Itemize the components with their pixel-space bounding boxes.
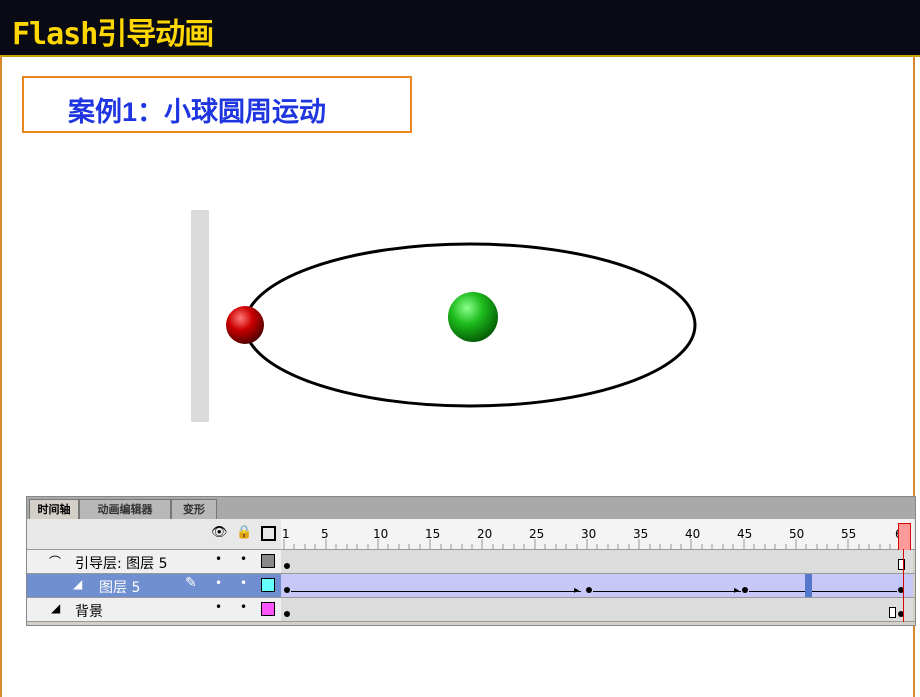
keyframe[interactable]: [284, 611, 290, 617]
keyframe[interactable]: [742, 587, 748, 593]
layer-icon: ◢: [73, 577, 83, 591]
tab-motion-editor[interactable]: 动画编辑器: [79, 499, 171, 520]
tween-arrow: [593, 591, 741, 592]
playhead[interactable]: [898, 523, 911, 551]
pencil-icon[interactable]: ✎: [185, 575, 197, 591]
frame-number: 45: [737, 527, 753, 541]
end-frame[interactable]: [889, 607, 896, 618]
frame-number: 15: [425, 527, 441, 541]
layer-row-background[interactable]: ◢ 背景 • •: [27, 598, 915, 622]
lock-dot[interactable]: •: [240, 600, 247, 614]
frame-number: 30: [581, 527, 597, 541]
frame-number: 10: [373, 527, 389, 541]
layer-color-swatch[interactable]: [261, 554, 275, 568]
current-frame-marker[interactable]: [805, 574, 812, 597]
frame-number: 40: [685, 527, 701, 541]
visibility-dot[interactable]: •: [215, 600, 222, 614]
layer-color-swatch[interactable]: [261, 602, 275, 616]
layer-color-swatch[interactable]: [261, 578, 275, 592]
tween-arrow: [749, 591, 897, 592]
layer-name: 图层 5: [99, 580, 141, 596]
frame-number: 25: [529, 527, 545, 541]
red-ball[interactable]: [226, 306, 264, 344]
frame-number: 35: [633, 527, 649, 541]
visibility-dot[interactable]: •: [215, 552, 222, 566]
layer-name: 引导层: 图层 5: [75, 556, 168, 572]
tab-transform[interactable]: 变形: [171, 499, 217, 520]
frame-number: 5: [321, 527, 329, 541]
frame-number: 55: [841, 527, 857, 541]
layer-icon: ◢: [51, 601, 61, 615]
frame-number: 20: [477, 527, 493, 541]
arrow-icon: ▸: [574, 585, 580, 596]
timeline-panel: 时间轴 动画编辑器 变形 👁 🔒 1 5 10 15 20 25 30 35 4…: [26, 496, 916, 626]
keyframe[interactable]: [284, 563, 290, 569]
guide-layer-icon: ⌒: [49, 555, 62, 569]
stage-edge: [191, 210, 209, 422]
timeline-tabs: 时间轴 动画编辑器 变形: [27, 497, 915, 520]
frame-number: 1: [282, 527, 290, 541]
arrow-icon: ▸: [734, 585, 740, 596]
eye-icon[interactable]: 👁: [211, 525, 228, 540]
lock-icon[interactable]: 🔒: [236, 525, 252, 540]
tween-arrow: [291, 591, 581, 592]
lock-dot[interactable]: •: [240, 576, 247, 590]
visibility-dot[interactable]: •: [215, 576, 222, 590]
keyframe[interactable]: [284, 587, 290, 593]
green-ball: [448, 292, 498, 342]
layer-row-selected[interactable]: ◢ 图层 5 ✎ • • ▸ ▸: [27, 574, 915, 598]
layer-name: 背景: [75, 604, 103, 620]
layer-row-guide[interactable]: ⌒ 引导层: 图层 5 • •: [27, 550, 915, 574]
playhead-line: [903, 549, 904, 622]
tab-timeline[interactable]: 时间轴: [29, 499, 79, 520]
keyframe[interactable]: [586, 587, 592, 593]
frame-ruler: 1 5 10 15 20 25 30 35 40 45 50 55 60: [281, 519, 913, 549]
frame-number: 50: [789, 527, 805, 541]
lock-dot[interactable]: •: [240, 552, 247, 566]
outline-icon[interactable]: [261, 526, 276, 541]
